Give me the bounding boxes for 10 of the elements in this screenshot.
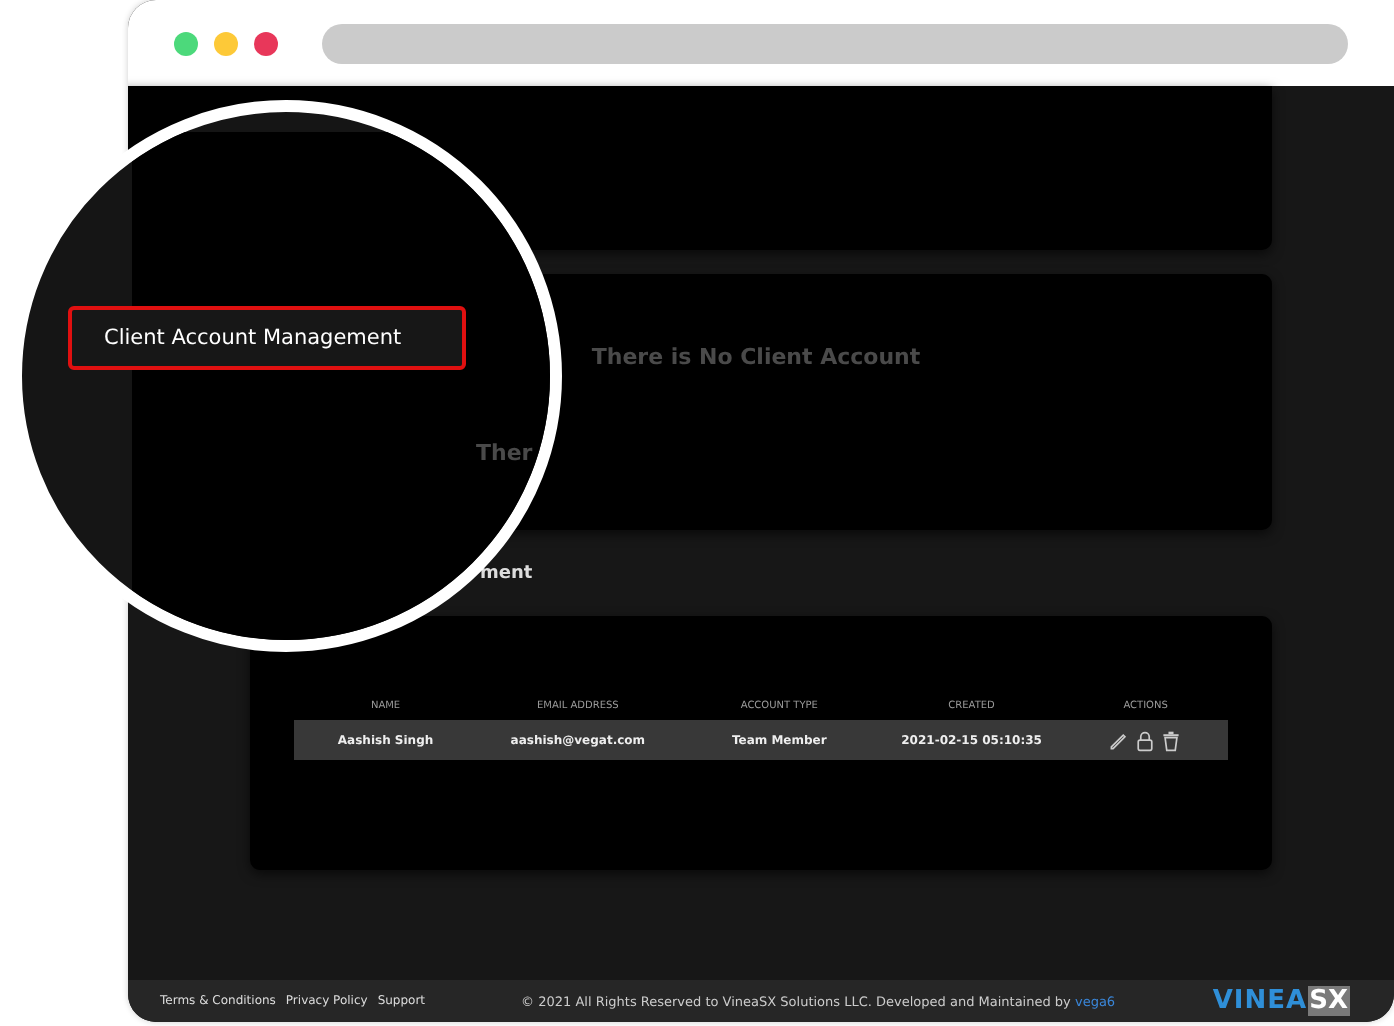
logo-badge: SX [1307,986,1350,1016]
section-title: ment [480,563,533,583]
window-control-icon[interactable] [254,31,278,55]
highlighted-label: Client Account Management [68,306,466,370]
pencil-icon[interactable] [1108,729,1131,751]
lock-icon[interactable] [1134,729,1157,751]
empty-message: Ther [476,440,533,466]
empty-message: There is No Client Account [591,344,921,372]
logo-text: VINEA [1212,986,1308,1016]
trash-icon[interactable] [1160,729,1183,751]
